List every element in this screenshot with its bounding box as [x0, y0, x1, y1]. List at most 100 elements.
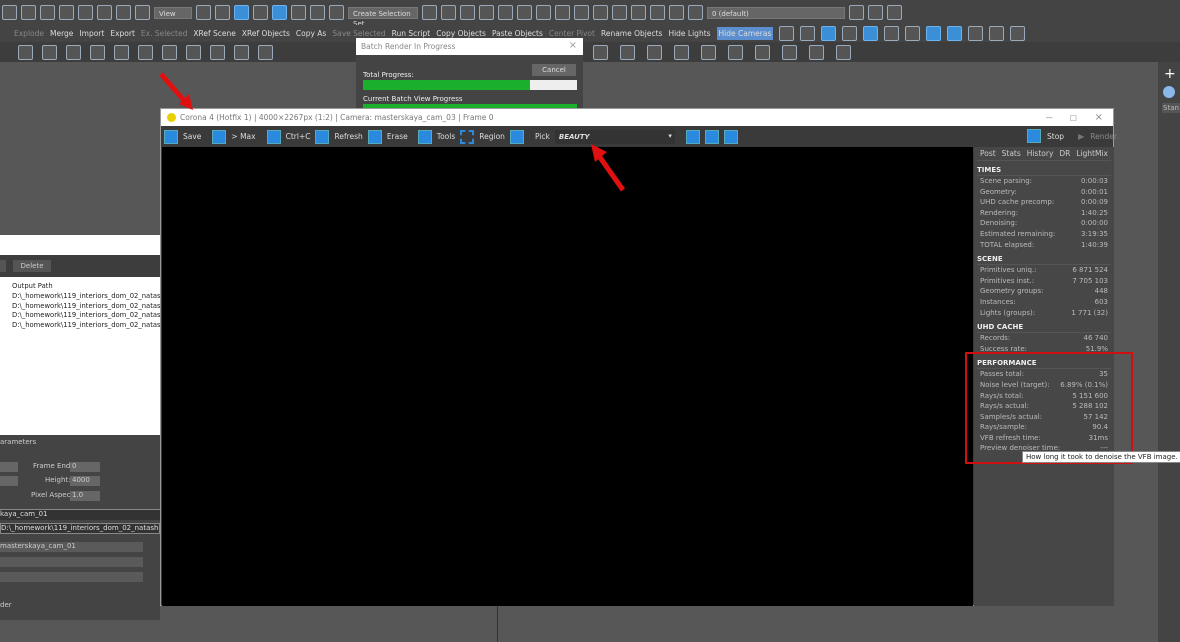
pixel-aspect-field[interactable]: 1.0: [70, 491, 100, 501]
snap-icon[interactable]: [905, 26, 921, 41]
named-selection-icon[interactable]: [329, 5, 344, 20]
view-name-field[interactable]: kaya_cam_01: [0, 509, 160, 520]
light-bulb-icon[interactable]: [728, 44, 743, 60]
tool-icon[interactable]: [234, 44, 249, 60]
scale-icon[interactable]: [116, 5, 131, 20]
add-layer-icon[interactable]: [849, 5, 864, 20]
import-button[interactable]: Import: [79, 29, 104, 38]
tab-post[interactable]: Post: [980, 149, 996, 158]
hide-cameras-button[interactable]: Hide Cameras: [716, 27, 774, 40]
tool-icon[interactable]: [186, 44, 201, 60]
snap-icon[interactable]: [821, 26, 837, 41]
to-max-button[interactable]: > Max: [231, 132, 255, 141]
percent-snap-icon[interactable]: [291, 5, 306, 20]
tool-icon[interactable]: [809, 44, 824, 60]
list-item[interactable]: D:\_homework\119_interiors_dom_02_natash…: [12, 311, 160, 321]
layer-stack-icon[interactable]: [868, 5, 883, 20]
maximize-icon[interactable]: □: [1070, 113, 1077, 122]
erase-icon[interactable]: [367, 129, 382, 144]
copy-button[interactable]: Ctrl+C: [286, 132, 311, 141]
preset-select[interactable]: [0, 572, 143, 582]
scene-state-select[interactable]: [0, 557, 143, 567]
pick-button[interactable]: Pick: [535, 132, 550, 141]
curve-editor-icon[interactable]: [517, 5, 532, 20]
rotate-icon[interactable]: [97, 5, 112, 20]
snap-icon[interactable]: [947, 26, 963, 41]
light-icon[interactable]: [162, 44, 177, 60]
height-field[interactable]: 4000: [70, 476, 100, 486]
run-script-button[interactable]: Run Script: [392, 29, 431, 38]
corona-icon[interactable]: [755, 44, 770, 60]
grid-icon[interactable]: [650, 5, 665, 20]
tab-stats[interactable]: Stats: [1002, 149, 1021, 158]
region-button[interactable]: Region: [479, 132, 505, 141]
scene-explorer-icon[interactable]: [460, 5, 475, 20]
list-item[interactable]: D:\_homework\119_interiors_dom_02_natash…: [12, 321, 160, 331]
tools-button[interactable]: Tools: [437, 132, 455, 141]
rect-select-icon[interactable]: [40, 5, 55, 20]
output-path-field[interactable]: D:\_homework\119_interiors_dom_02_natash…: [0, 523, 160, 534]
zoom-fit-icon[interactable]: [723, 129, 738, 144]
snap-icon[interactable]: [863, 26, 879, 41]
close-icon[interactable]: ×: [569, 40, 577, 51]
copy-objects-button[interactable]: Copy Objects: [436, 29, 486, 38]
transform-icon[interactable]: [215, 5, 230, 20]
snap-icon[interactable]: [884, 26, 900, 41]
selection-set-select[interactable]: Create Selection Set: [348, 6, 418, 28]
render-setup-icon[interactable]: [574, 5, 589, 20]
move-icon[interactable]: [78, 5, 93, 20]
region-icon[interactable]: [460, 129, 475, 144]
tool-icon[interactable]: [258, 44, 273, 60]
gear-icon[interactable]: [417, 129, 432, 144]
refresh-button[interactable]: Refresh: [334, 132, 362, 141]
save-button[interactable]: Save: [183, 132, 201, 141]
snap-icon[interactable]: [800, 26, 816, 41]
export-button[interactable]: Export: [110, 29, 135, 38]
save-icon[interactable]: [164, 129, 178, 144]
box-icon[interactable]: [18, 44, 33, 60]
tab-lightmix[interactable]: LightMix: [1076, 149, 1108, 158]
stop-button[interactable]: Stop: [1047, 132, 1064, 141]
render-canvas[interactable]: [162, 147, 973, 606]
material-editor-icon[interactable]: [555, 5, 570, 20]
explode-button[interactable]: Explode: [14, 29, 44, 38]
refresh-icon[interactable]: [315, 129, 330, 144]
select-by-name-icon[interactable]: [21, 5, 36, 20]
circle-array-icon[interactable]: [1010, 26, 1026, 41]
export-selected-button[interactable]: Ex. Selected: [141, 29, 187, 38]
tool-icon[interactable]: [620, 44, 635, 60]
snap-icon[interactable]: [779, 26, 795, 41]
spinner-snap-icon[interactable]: [310, 5, 325, 20]
grid-icon[interactable]: [836, 44, 851, 60]
list-item[interactable]: D:\_homework\119_interiors_dom_02_natash…: [12, 302, 160, 312]
tool-icon[interactable]: [593, 44, 608, 60]
ribbon-icon[interactable]: [498, 5, 513, 20]
xref-scene-button[interactable]: XRef Scene: [193, 29, 236, 38]
keyboard-shortcut-icon[interactable]: [234, 5, 249, 20]
hide-lights-button[interactable]: Hide Lights: [668, 29, 710, 38]
copy-as-button[interactable]: Copy As: [296, 29, 326, 38]
cone-icon[interactable]: [114, 44, 129, 60]
mirror-icon[interactable]: [422, 5, 437, 20]
paste-objects-button[interactable]: Paste Objects: [492, 29, 543, 38]
frame-end-field[interactable]: 0: [70, 462, 100, 472]
angle-snap-icon[interactable]: [272, 5, 287, 20]
tool-icon[interactable]: [647, 44, 662, 60]
merge-button[interactable]: Merge: [50, 29, 73, 38]
erase-button[interactable]: Erase: [387, 132, 408, 141]
tree-icon[interactable]: [782, 44, 797, 60]
light-icon[interactable]: [138, 44, 153, 60]
minimize-icon[interactable]: —: [1046, 113, 1054, 122]
array-icon[interactable]: [968, 26, 984, 41]
pick-hand-icon[interactable]: [509, 129, 524, 144]
spacing-icon[interactable]: [989, 26, 1005, 41]
align-icon[interactable]: [441, 5, 456, 20]
reference-coord-select[interactable]: View: [154, 6, 192, 19]
camera-select[interactable]: masterskaya_cam_01: [0, 542, 143, 552]
schematic-icon[interactable]: [536, 5, 551, 20]
pivot-icon[interactable]: [196, 5, 211, 20]
list-item[interactable]: D:\_homework\119_interiors_dom_02_natash…: [12, 292, 160, 302]
object-type-select[interactable]: Stan: [1162, 103, 1180, 113]
snap-icon[interactable]: [926, 26, 942, 41]
xref-objects-button[interactable]: XRef Objects: [242, 29, 290, 38]
